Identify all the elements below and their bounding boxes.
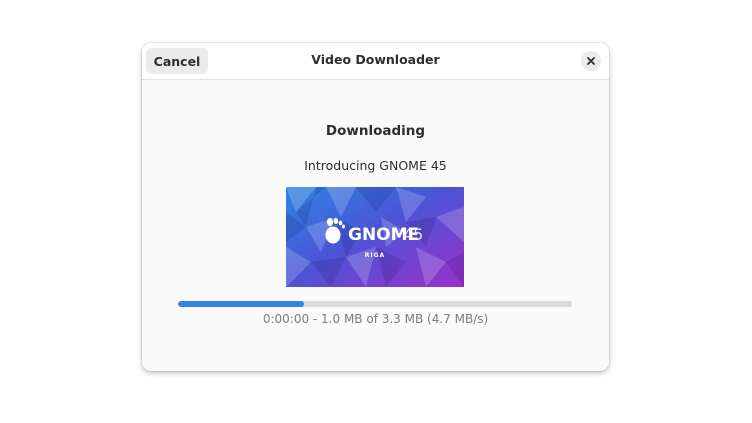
video-title: Introducing GNOME 45 <box>304 158 447 173</box>
close-button[interactable] <box>581 51 601 71</box>
gnome-version: 45 <box>403 225 423 244</box>
video-thumbnail: GNOME 45 RIGA <box>286 187 464 287</box>
video-downloader-dialog: Cancel Video Downloader Downloading Intr… <box>142 43 609 371</box>
header-bar: Cancel Video Downloader <box>142 43 609 80</box>
progress-status-text: 0:00:00 - 1.0 MB of 3.3 MB (4.7 MB/s) <box>262 312 489 326</box>
status-heading: Downloading <box>325 123 426 139</box>
download-progress-bar <box>178 301 572 307</box>
download-progress-fill <box>178 301 305 307</box>
dialog-title: Video Downloader <box>311 52 440 67</box>
close-icon <box>586 56 596 66</box>
event-location: RIGA <box>365 252 385 259</box>
